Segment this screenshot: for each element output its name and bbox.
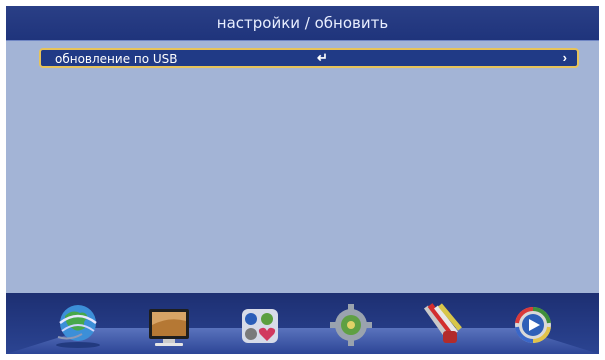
media-apps-icon[interactable] bbox=[234, 301, 286, 349]
enter-icon: ↵ bbox=[317, 50, 328, 65]
page-title: настройки / обновить bbox=[6, 6, 599, 41]
chevron-right-icon: › bbox=[562, 50, 567, 65]
menu-item-label: обновление по USB bbox=[55, 52, 178, 66]
play-button-icon[interactable] bbox=[507, 301, 559, 349]
globe-network-icon[interactable] bbox=[52, 301, 104, 349]
tv-screen: настройки / обновить обновление по USB ↵… bbox=[6, 6, 599, 354]
menu-item-usb-update[interactable]: обновление по USB ↵ › bbox=[39, 48, 579, 68]
settings-gear-icon[interactable] bbox=[325, 301, 377, 349]
tv-monitor-icon[interactable] bbox=[143, 301, 195, 349]
av-cables-icon[interactable] bbox=[416, 301, 468, 349]
